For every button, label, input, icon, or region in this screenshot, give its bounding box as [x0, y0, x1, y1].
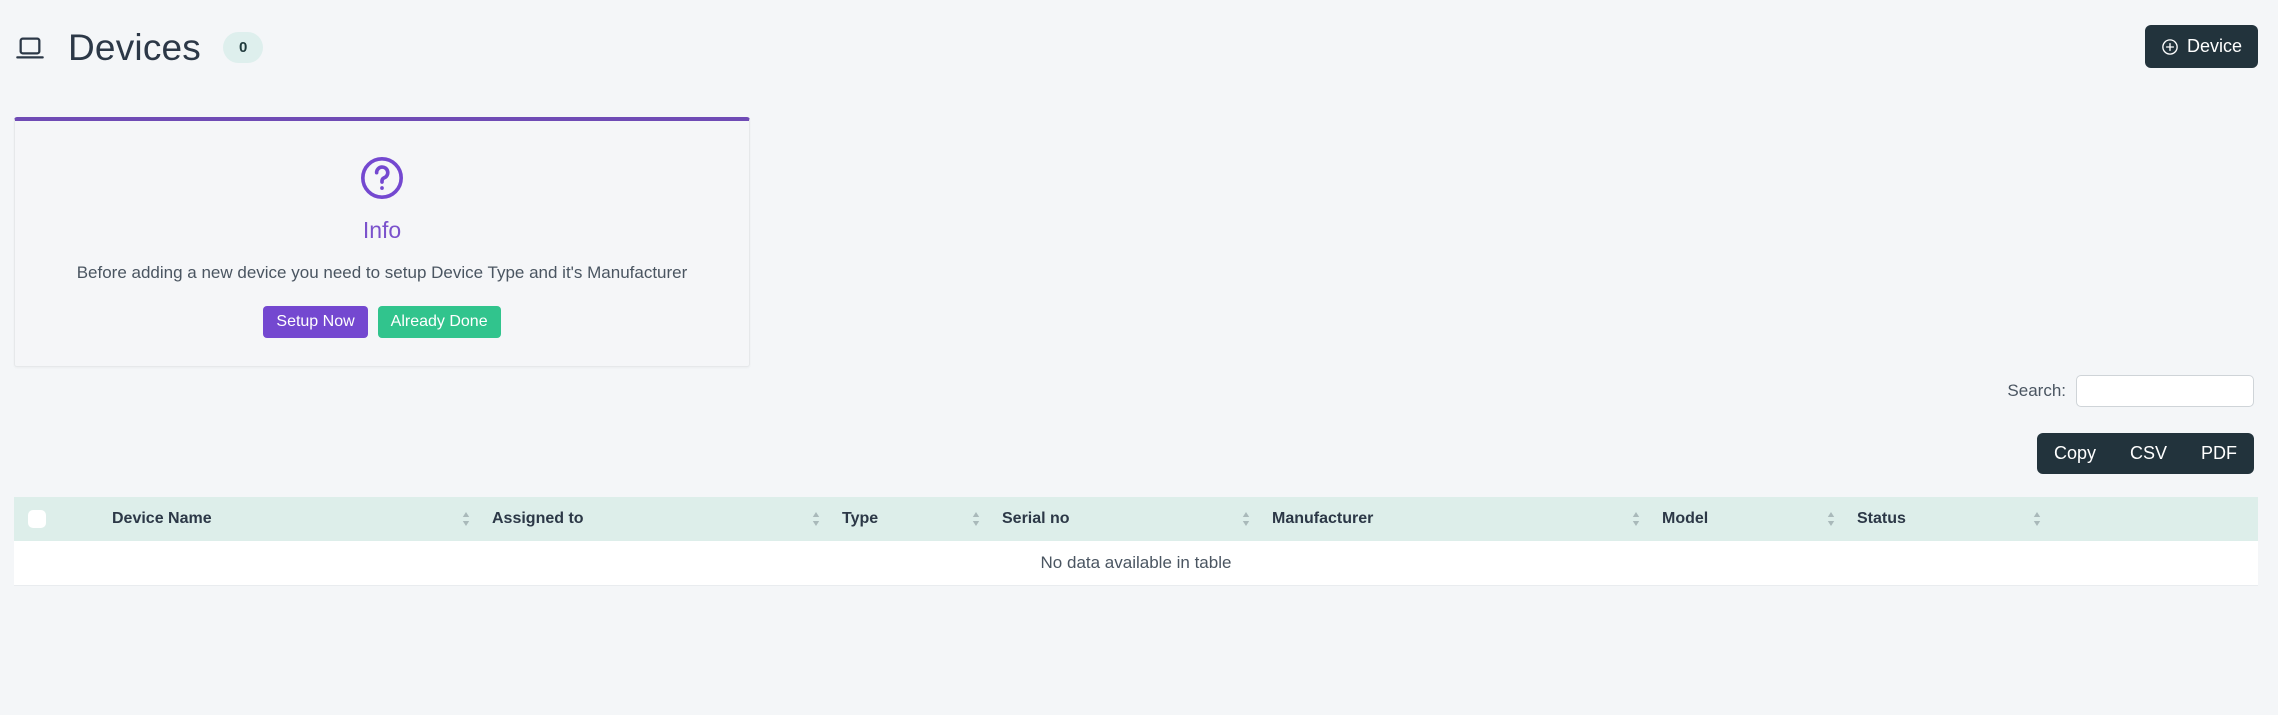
column-header-type[interactable]: Type: [828, 497, 988, 541]
column-label: Device Name: [112, 510, 212, 527]
info-card: Info Before adding a new device you need…: [14, 117, 750, 368]
setup-now-button[interactable]: Setup Now: [263, 306, 368, 339]
column-label: Model: [1662, 510, 1709, 527]
column-header-serial-no[interactable]: Serial no: [988, 497, 1258, 541]
devices-page: Devices 0 Device Info Before adding a ne…: [0, 0, 2278, 715]
page-title-group: Devices 0: [14, 27, 264, 68]
page-header: Devices 0: [0, 0, 2278, 95]
column-header-device-name[interactable]: Device Name: [98, 497, 478, 541]
info-card-message: Before adding a new device you need to s…: [76, 263, 688, 282]
sort-arrows-icon: [1242, 512, 1250, 526]
info-card-heading: Info: [362, 217, 402, 243]
add-device-button-label: Device: [2186, 36, 2242, 56]
column-header-status[interactable]: Status: [1843, 497, 2258, 541]
column-header-manufacturer[interactable]: Manufacturer: [1258, 497, 1648, 541]
devices-table: Device Name Assigned to Type Serial no M…: [14, 497, 2258, 586]
question-circle-icon: [35, 155, 729, 201]
page-title: Devices: [68, 27, 201, 68]
sort-arrows-icon: [812, 512, 820, 526]
table-header-row: Device Name Assigned to Type Serial no M…: [14, 497, 2258, 541]
select-all-header: [14, 497, 98, 541]
device-count-badge: 0: [223, 32, 264, 63]
sort-arrows-icon: [972, 512, 980, 526]
table-empty-row: No data available in table: [14, 541, 2258, 586]
info-card-actions: Setup Now Already Done: [35, 306, 729, 339]
empty-message-cell: No data available in table: [14, 541, 2258, 586]
column-label: Type: [842, 510, 879, 527]
devices-table-header: Device Name Assigned to Type Serial no M…: [14, 497, 2258, 541]
sort-arrows-icon: [1632, 512, 1640, 526]
export-button-group: Copy CSV PDF: [2036, 433, 2254, 474]
select-all-checkbox[interactable]: [28, 510, 46, 528]
column-header-model[interactable]: Model: [1648, 497, 1843, 541]
plus-circle-icon: [2161, 38, 2179, 56]
sort-arrows-icon: [1827, 512, 1835, 526]
already-done-button[interactable]: Already Done: [377, 306, 501, 339]
sort-arrows-icon: [2033, 512, 2041, 526]
sort-arrows-icon: [462, 512, 470, 526]
column-header-assigned-to[interactable]: Assigned to: [478, 497, 828, 541]
devices-table-body: No data available in table: [14, 541, 2258, 586]
copy-button[interactable]: Copy: [2037, 433, 2113, 474]
pdf-button[interactable]: PDF: [2184, 433, 2254, 474]
search-input[interactable]: [2076, 375, 2254, 407]
add-device-button[interactable]: Device: [2144, 25, 2258, 68]
column-label: Manufacturer: [1272, 510, 1374, 527]
laptop-icon: [14, 32, 46, 64]
column-label: Assigned to: [492, 510, 584, 527]
table-search: Search:: [2007, 375, 2254, 407]
column-label: Status: [1857, 510, 1906, 527]
search-label: Search:: [2007, 381, 2066, 400]
csv-button[interactable]: CSV: [2113, 433, 2184, 474]
column-label: Serial no: [1002, 510, 1070, 527]
